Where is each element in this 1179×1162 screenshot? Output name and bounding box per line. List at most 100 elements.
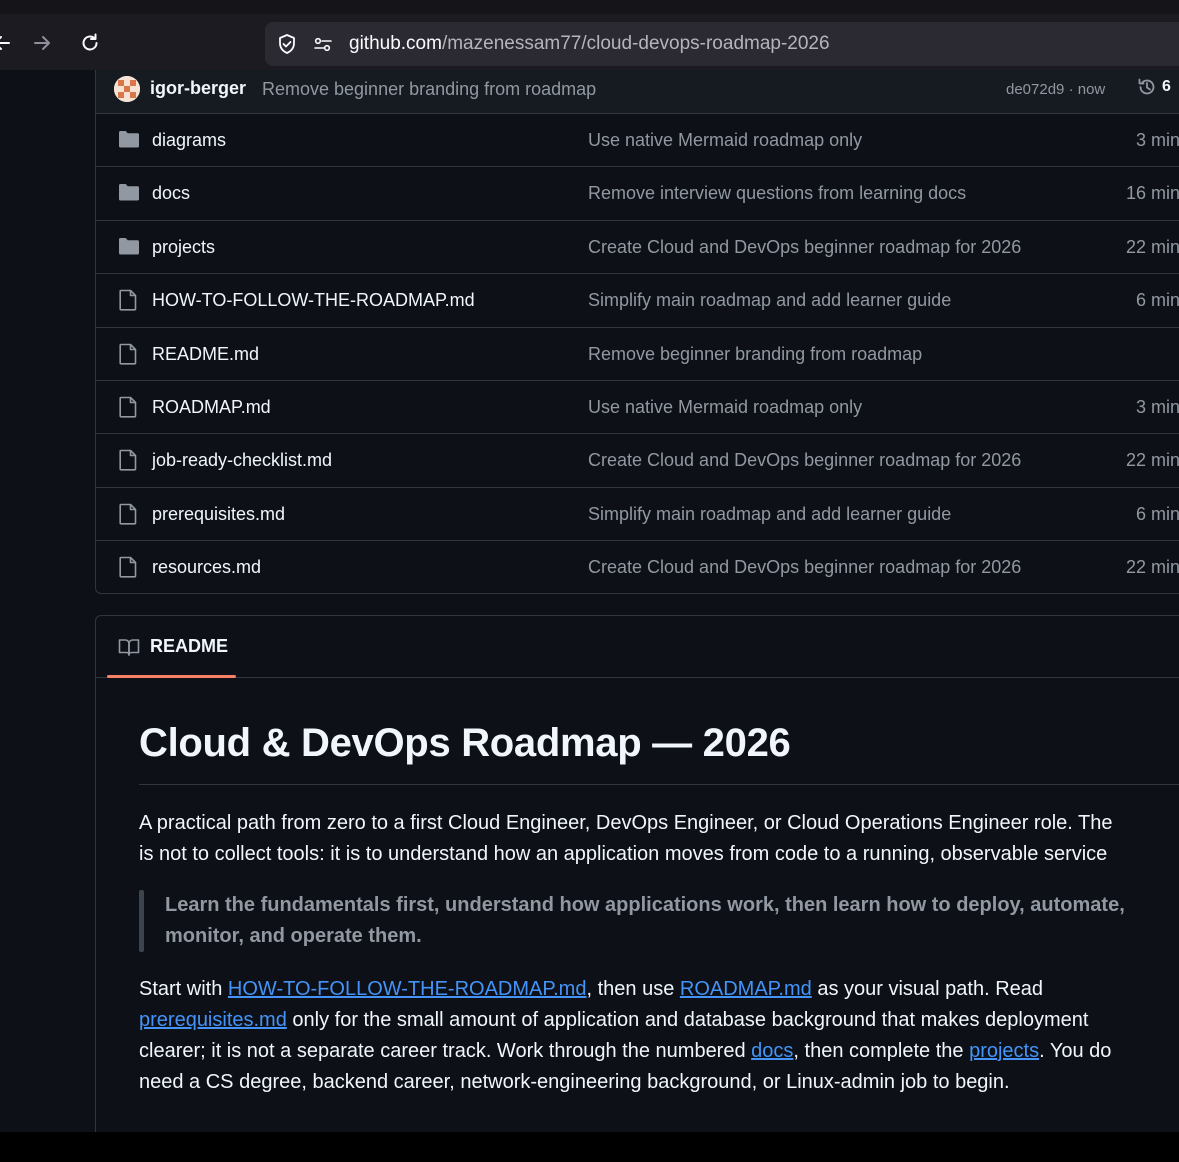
active-tab-underline — [107, 675, 236, 678]
folder-icon — [118, 182, 140, 207]
table-row[interactable]: diagrams Use native Mermaid roadmap only 3… — [96, 113, 1179, 167]
folder-icon — [118, 129, 140, 154]
file-commit-message[interactable]: Use native Mermaid roadmap only — [588, 130, 862, 151]
readme-tab-label: README — [150, 636, 229, 656]
table-row[interactable]: job-ready-checklist.md Create Cloud and D… — [96, 433, 1179, 487]
bottom-bar — [0, 1132, 1179, 1162]
file-commit-message[interactable]: Simplify main roadmap and add learner gu… — [588, 290, 951, 311]
file-list: igor-berger Remove beginner branding fro… — [95, 70, 1179, 594]
link-how-to-follow[interactable]: HOW-TO-FOLLOW-THE-ROADMAP.md — [228, 978, 587, 1000]
file-icon — [118, 449, 138, 476]
table-row[interactable]: HOW-TO-FOLLOW-THE-ROADMAP.md Simplify mai… — [96, 273, 1179, 327]
text: , then use — [586, 978, 680, 1000]
text: , then complete the — [793, 1040, 970, 1062]
file-commit-time: 6 min — [1135, 503, 1179, 524]
site-permissions-icon[interactable] — [312, 33, 334, 55]
file-name-link[interactable]: ROADMAP.md — [152, 397, 271, 418]
reload-button[interactable] — [76, 29, 104, 57]
address-bar[interactable]: github.com/mazenessam77/cloud-devops-roa… — [265, 22, 1179, 66]
file-icon — [118, 503, 138, 530]
intro-paragraph-line-1: A practical path from zero to a first Cl… — [139, 812, 1113, 834]
commit-message[interactable]: Remove beginner branding from roadmap — [262, 79, 596, 100]
avatar[interactable] — [114, 76, 140, 102]
file-commit-message[interactable]: Remove beginner branding from roadmap — [588, 344, 922, 365]
back-arrow-icon — [0, 36, 10, 50]
file-commit-time: 22 min — [1125, 450, 1179, 471]
reload-icon — [82, 33, 98, 51]
file-commit-message[interactable]: Simplify main roadmap and add learner gu… — [588, 504, 951, 525]
history-icon — [1138, 78, 1155, 95]
file-name-link[interactable]: resources.md — [152, 557, 261, 578]
link-docs[interactable]: docs — [751, 1040, 793, 1062]
url-text[interactable]: github.com/mazenessam77/cloud-devops-roa… — [349, 33, 830, 55]
blockquote-line-1: Learn the fundamentals first, understand… — [165, 894, 1125, 916]
table-row[interactable]: ROADMAP.md Use native Mermaid roadmap onl… — [96, 380, 1179, 434]
file-name-link[interactable]: HOW-TO-FOLLOW-THE-ROADMAP.md — [152, 290, 475, 311]
text: . You do — [1039, 1040, 1112, 1062]
commit-author[interactable]: igor-berger — [150, 78, 246, 99]
readme-tab[interactable]: README — [118, 636, 228, 657]
link-roadmap[interactable]: ROADMAP.md — [680, 978, 812, 1000]
file-commit-time: 6 min — [1135, 290, 1179, 311]
paragraph-2-line-2: prerequisites.md only for the small amou… — [139, 1005, 1179, 1036]
blockquote-line-2: monitor, and operate them. — [165, 925, 422, 947]
file-icon — [118, 396, 138, 423]
file-commit-message[interactable]: Create Cloud and DevOps beginner roadmap… — [588, 450, 1021, 471]
url-host: github.com — [349, 33, 442, 54]
file-commit-time: 3 min — [1135, 397, 1179, 417]
file-name-link[interactable]: projects — [152, 237, 215, 258]
back-button[interactable] — [0, 29, 16, 57]
browser-toolbar: github.com/mazenessam77/cloud-devops-roa… — [0, 0, 1179, 70]
file-name-link[interactable]: README.md — [152, 344, 259, 365]
forward-button[interactable] — [28, 29, 56, 57]
paragraph-2-line-1: Start with HOW-TO-FOLLOW-THE-ROADMAP.md,… — [139, 974, 1179, 1005]
file-commit-time: 3 min — [1135, 130, 1179, 150]
file-name-link[interactable]: job-ready-checklist.md — [152, 450, 332, 471]
paragraph-2-line-4: need a CS degree, backend career, networ… — [139, 1071, 1010, 1093]
github-page: igor-berger Remove beginner branding fro… — [0, 70, 1179, 1132]
latest-commit-bar: igor-berger Remove beginner branding fro… — [96, 70, 1179, 114]
forward-arrow-icon — [34, 36, 50, 50]
blockquote: Learn the fundamentals first, understand… — [165, 890, 1125, 952]
file-name-link[interactable]: diagrams — [152, 130, 226, 151]
file-commit-message[interactable]: Create Cloud and DevOps beginner roadmap… — [588, 557, 1021, 578]
commit-history-link[interactable]: 6 — [1136, 76, 1171, 98]
tab-strip — [0, 0, 1179, 14]
book-icon — [118, 638, 140, 656]
file-icon — [118, 289, 138, 316]
blockquote-bar — [139, 890, 144, 952]
table-row[interactable]: README.md Remove beginner branding from r… — [96, 326, 1179, 381]
table-row[interactable]: resources.md Create Cloud and DevOps begi… — [96, 540, 1179, 593]
intro-paragraph-line-2: is not to collect tools: it is to unders… — [139, 843, 1108, 865]
file-commit-message[interactable]: Create Cloud and DevOps beginner roadmap… — [588, 237, 1021, 258]
title-divider — [139, 784, 1179, 785]
paragraph-2-line-3: clearer; it is not a separate career tra… — [139, 1036, 1179, 1067]
file-commit-message[interactable]: Remove interview questions from learning… — [588, 183, 966, 204]
identicon-icon — [114, 76, 140, 102]
table-row[interactable]: prerequisites.md Simplify main roadmap an… — [96, 486, 1179, 541]
table-row[interactable]: projects Create Cloud and DevOps beginner… — [96, 219, 1179, 274]
text: clearer; it is not a separate career tra… — [139, 1040, 752, 1062]
text: Start with — [139, 978, 228, 1000]
text: as your visual path. Read — [811, 978, 1044, 1000]
file-icon — [118, 343, 138, 370]
file-commit-message[interactable]: Use native Mermaid roadmap only — [588, 397, 862, 418]
text: only for the small amount of application… — [286, 1009, 1089, 1031]
file-commit-time: 22 min — [1125, 557, 1179, 578]
file-icon — [118, 556, 138, 583]
link-projects[interactable]: projects — [969, 1040, 1039, 1062]
commit-meta[interactable]: de072d9 · now — [1006, 81, 1105, 98]
readme-header: README — [96, 616, 1179, 678]
readme-title: Cloud & DevOps Roadmap — 2026 — [139, 721, 791, 765]
commit-count: 6 — [1162, 78, 1171, 95]
readme-panel: README Cloud & DevOps Roadmap — 2026 A p… — [95, 615, 1179, 1132]
file-name-link[interactable]: prerequisites.md — [152, 504, 285, 525]
link-prerequisites[interactable]: prerequisites.md — [139, 1009, 287, 1031]
table-row[interactable]: docs Remove interview questions from lear… — [96, 166, 1179, 220]
file-commit-time: 22 min — [1125, 236, 1179, 257]
url-path: /mazenessam77/cloud-devops-roadmap-2026 — [441, 33, 830, 54]
shield-icon[interactable] — [276, 33, 298, 55]
file-commit-time: 16 min — [1125, 183, 1179, 204]
file-name-link[interactable]: docs — [152, 183, 190, 204]
folder-icon — [118, 236, 140, 261]
